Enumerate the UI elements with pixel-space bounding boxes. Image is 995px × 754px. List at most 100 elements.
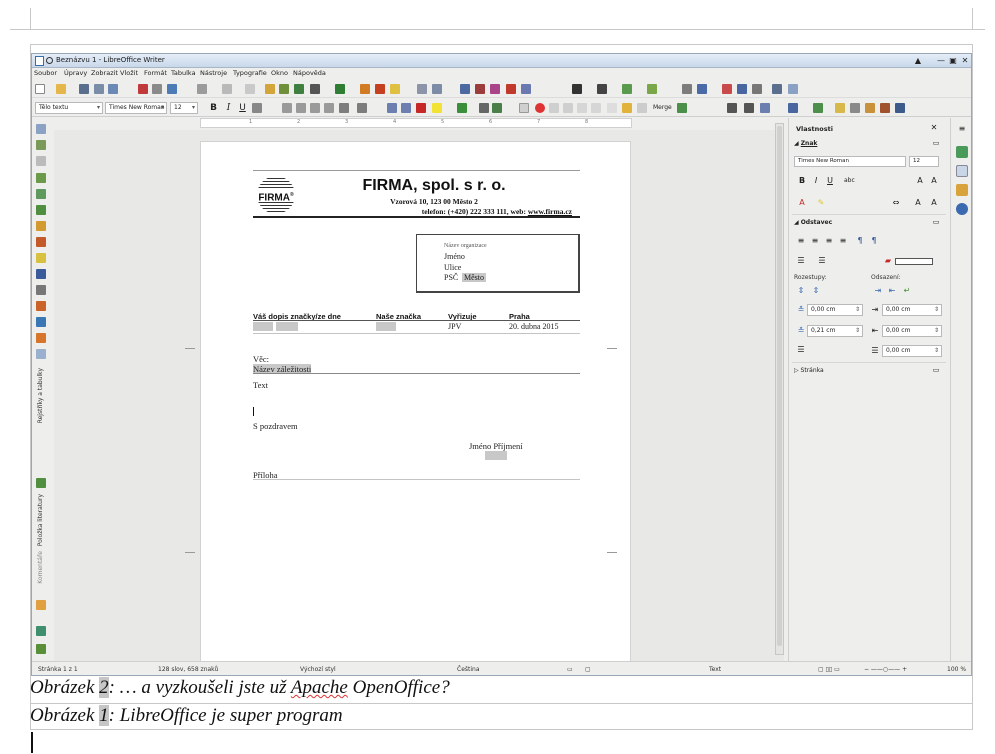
char-spacing-icon[interactable]: ⇔ <box>891 198 901 208</box>
document-page[interactable]: FIRMA® FIRMA, spol. s r. o. Vzorová 10, … <box>185 141 631 664</box>
ltr-icon[interactable] <box>744 103 754 113</box>
horizontal-ruler[interactable]: 1 2 3 4 5 6 7 8 <box>200 118 632 128</box>
align-left-icon[interactable] <box>282 103 292 113</box>
menu-table[interactable]: Tabulka <box>171 69 196 77</box>
justify-icon[interactable]: ≡ <box>838 236 848 246</box>
sidebar-bold-button[interactable]: B <box>797 176 807 186</box>
italic-button[interactable]: I <box>223 102 234 114</box>
insert-image-icon[interactable] <box>294 84 304 94</box>
bold-button[interactable]: B <box>208 102 219 114</box>
menu-format[interactable]: Formát <box>144 69 167 77</box>
your-ref-field[interactable] <box>253 322 273 331</box>
caption-1-number-field[interactable]: 1 <box>99 705 109 726</box>
numbering-icon[interactable]: ☰ <box>817 256 827 266</box>
strikethrough-icon[interactable] <box>252 103 262 113</box>
export-pdf-icon[interactable] <box>138 84 148 94</box>
shrink-font-icon[interactable]: A <box>929 176 939 186</box>
lock-icon[interactable] <box>622 103 632 113</box>
status-page-style[interactable]: Výchozí styl <box>300 666 336 673</box>
db-icon[interactable] <box>737 84 747 94</box>
menu-insert[interactable]: Vložit <box>120 69 138 77</box>
comment-icon[interactable] <box>36 237 46 247</box>
email-icon[interactable] <box>94 84 104 94</box>
strikethrough-icon[interactable]: abc <box>844 176 855 186</box>
sidebar-toggle-icon[interactable] <box>788 103 798 113</box>
image-2-icon[interactable] <box>895 103 905 113</box>
frame-icon[interactable] <box>607 103 617 113</box>
copy-icon[interactable] <box>637 103 647 113</box>
pin-icon[interactable] <box>36 221 46 231</box>
reject-icon[interactable] <box>591 103 601 113</box>
group-icon[interactable] <box>865 103 875 113</box>
extrusion-icon[interactable] <box>36 644 46 654</box>
paragraph-style-select[interactable]: Tělo textu ▾ <box>35 102 103 114</box>
link-icon[interactable] <box>36 269 46 279</box>
menu-window[interactable]: Okno <box>271 69 288 77</box>
edit-mode-icon[interactable] <box>108 84 118 94</box>
fields-icon[interactable] <box>36 285 46 295</box>
paragraph-bg-color[interactable] <box>895 258 933 265</box>
insert-chart-icon[interactable] <box>432 84 442 94</box>
font-color-icon[interactable] <box>416 103 426 113</box>
text-box-icon[interactable] <box>36 173 46 183</box>
font-size-select[interactable]: 12 ▾ <box>170 102 198 114</box>
after-indent-input[interactable]: 0,00 cm ⇕ <box>882 325 942 337</box>
image-insert-icon[interactable] <box>36 205 46 215</box>
closing-text[interactable]: S pozdravem <box>253 421 298 431</box>
clone-formatting-icon[interactable] <box>265 84 275 94</box>
ocr-icon[interactable] <box>622 84 632 94</box>
section-character[interactable]: ◢ Znak <box>794 140 817 147</box>
more-options-icon[interactable]: ▭ <box>931 365 941 375</box>
formatting-marks-icon[interactable] <box>310 84 320 94</box>
insert-special-icon[interactable] <box>490 84 500 94</box>
menu-help[interactable]: Nápověda <box>293 69 326 77</box>
cut-icon[interactable] <box>197 84 207 94</box>
subscript-icon[interactable]: A <box>929 198 939 208</box>
header-footer-icon[interactable] <box>36 301 46 311</box>
macro-icon[interactable] <box>722 84 732 94</box>
recipient-zip[interactable]: PSČ <box>444 273 458 282</box>
ltr-icon[interactable]: ¶ <box>855 236 865 246</box>
paragraph-bg-icon[interactable]: ▰ <box>883 256 893 266</box>
abc-icon[interactable] <box>788 84 798 94</box>
bibliography-icon[interactable] <box>36 478 46 488</box>
status-word-count[interactable]: 128 slov, 658 znaků <box>158 666 218 673</box>
sidebar-underline-button[interactable]: U <box>825 176 835 186</box>
gallery-insert-icon[interactable] <box>36 189 46 199</box>
font-color-icon[interactable]: A <box>797 198 807 208</box>
track-changes-icon[interactable] <box>417 84 427 94</box>
menu-view[interactable]: Zobrazit <box>91 69 118 77</box>
insert-table-icon[interactable] <box>279 84 289 94</box>
char-dialog-icon[interactable] <box>760 103 770 113</box>
scroll-thumb[interactable] <box>777 126 782 646</box>
navigator-icon[interactable] <box>335 84 345 94</box>
align-center-icon[interactable] <box>296 103 306 113</box>
draw-functions-icon[interactable] <box>36 253 46 263</box>
document-info-icon[interactable] <box>36 349 46 359</box>
decrease-indent-icon[interactable]: ⇤ <box>887 286 897 296</box>
align-right-icon[interactable]: ≡ <box>824 236 834 246</box>
decrease-spacing-icon[interactable]: ⇕ <box>811 286 821 296</box>
before-indent-input[interactable]: 0,00 cm ⇕ <box>882 304 942 316</box>
mail-merge-icon[interactable] <box>677 103 687 113</box>
section-paragraph[interactable]: ◢ Odstavec <box>794 219 832 226</box>
table-insert-icon[interactable] <box>36 124 46 134</box>
numbering-icon[interactable] <box>357 103 367 113</box>
record-icon[interactable] <box>535 103 545 113</box>
form-icon[interactable] <box>772 84 782 94</box>
status-zoom[interactable]: 100 % <box>947 666 966 673</box>
close-button[interactable]: ✕ <box>960 56 970 65</box>
bibliography-tab[interactable]: Položka literatury <box>37 494 44 546</box>
status-language[interactable]: Čeština <box>457 666 480 673</box>
print-icon[interactable] <box>152 84 162 94</box>
company-web-link[interactable]: www.firma.cz <box>528 207 572 216</box>
increase-spacing-icon[interactable]: ⇕ <box>796 286 806 296</box>
our-ref-field[interactable] <box>376 322 396 331</box>
outdent-icon[interactable] <box>387 103 397 113</box>
crop-icon[interactable] <box>572 84 582 94</box>
menu-tools[interactable]: Nástroje <box>200 69 227 77</box>
background-color-icon[interactable] <box>457 103 467 113</box>
table-icon[interactable] <box>479 103 489 113</box>
gallery-icon[interactable] <box>647 84 657 94</box>
statistics-icon[interactable] <box>36 333 46 343</box>
